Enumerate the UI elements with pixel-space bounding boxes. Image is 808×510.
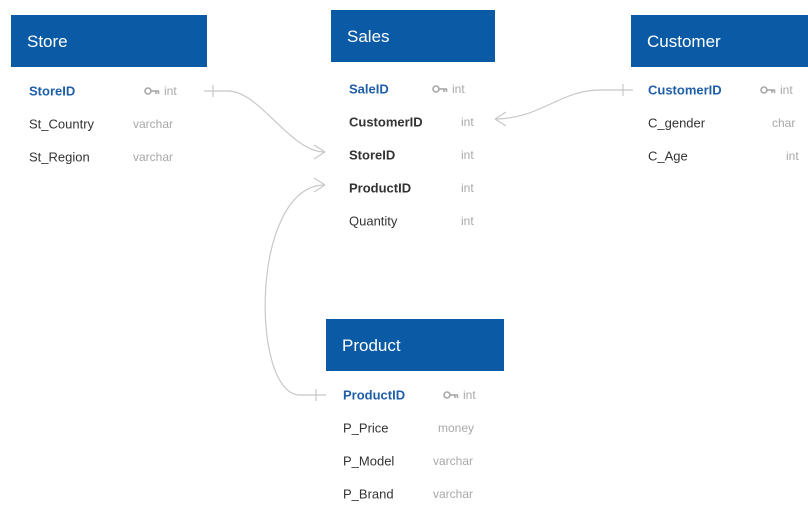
- relationship-customer-sales[interactable]: [494, 84, 633, 127]
- table-sales-field-productid[interactable]: ProductID int: [331, 171, 495, 204]
- table-product-field-p-brand[interactable]: P_Brand varchar: [326, 477, 504, 510]
- table-product-field-p-model[interactable]: P_Model varchar: [326, 444, 504, 477]
- field-name: CustomerID: [648, 82, 722, 97]
- field-type: int: [760, 83, 793, 97]
- table-customer[interactable]: Customer CustomerID int C_gender char C_…: [631, 15, 808, 172]
- table-sales-field-customerid[interactable]: CustomerID int: [331, 105, 495, 138]
- table-store-title: Store: [27, 31, 68, 51]
- relationship-product-sales[interactable]: [264, 177, 326, 401]
- table-sales-field-quantity[interactable]: Quantity int: [331, 204, 495, 237]
- field-name: CustomerID: [349, 114, 423, 129]
- table-store-field-st-region[interactable]: St_Region varchar: [11, 140, 207, 173]
- table-product-field-p-price[interactable]: P_Price money: [326, 411, 504, 444]
- field-name: ProductID: [349, 180, 412, 195]
- table-sales-field-storeid[interactable]: StoreID int: [331, 138, 495, 171]
- field-name: Quantity: [349, 213, 398, 228]
- table-product-field-productid[interactable]: ProductID int: [326, 378, 504, 411]
- table-customer-field-c-age[interactable]: C_Age int: [631, 139, 808, 172]
- field-type: varchar: [133, 116, 174, 131]
- key-icon: [760, 86, 776, 95]
- key-icon: [432, 85, 448, 94]
- table-store-field-storeid[interactable]: StoreID int: [11, 74, 207, 107]
- field-type: int: [461, 114, 474, 129]
- field-type: varchar: [433, 453, 474, 468]
- er-diagram-canvas: Store StoreID int St_Country varchar St_…: [0, 0, 808, 502]
- field-type: int: [786, 148, 799, 163]
- table-sales-header[interactable]: Sales: [331, 10, 495, 62]
- field-name: P_Price: [343, 420, 389, 435]
- table-product-header[interactable]: Product: [326, 319, 504, 371]
- table-customer-header[interactable]: Customer: [631, 15, 808, 67]
- table-product-title: Product: [342, 335, 401, 355]
- field-type: int: [461, 180, 474, 195]
- table-sales[interactable]: Sales SaleID int CustomerID int StoreID …: [331, 10, 495, 237]
- field-name: St_Country: [29, 116, 95, 131]
- table-store-header[interactable]: Store: [11, 15, 207, 67]
- field-type: int: [144, 84, 177, 98]
- field-type: int: [461, 213, 474, 228]
- table-product[interactable]: Product ProductID int P_Price money P_Mo…: [326, 319, 504, 510]
- field-name: P_Model: [343, 453, 395, 468]
- key-icon: [144, 87, 160, 96]
- field-type: int: [461, 147, 474, 162]
- field-name: St_Region: [29, 149, 90, 164]
- table-customer-field-customerid[interactable]: CustomerID int: [631, 73, 808, 106]
- table-customer-title: Customer: [647, 31, 721, 51]
- field-type: varchar: [433, 486, 474, 501]
- field-name: C_Age: [648, 148, 688, 163]
- field-type: char: [772, 115, 796, 130]
- field-name: StoreID: [349, 147, 396, 162]
- table-sales-title: Sales: [347, 26, 390, 46]
- field-name: P_Brand: [343, 486, 394, 501]
- table-store-field-st-country[interactable]: St_Country varchar: [11, 107, 207, 140]
- key-icon: [443, 391, 459, 400]
- field-name: SaleID: [349, 81, 389, 96]
- field-type: varchar: [133, 149, 174, 164]
- table-store[interactable]: Store StoreID int St_Country varchar St_…: [11, 15, 207, 173]
- field-name: C_gender: [648, 115, 706, 130]
- table-sales-field-saleid[interactable]: SaleID int: [331, 72, 495, 105]
- field-name: ProductID: [343, 387, 406, 402]
- field-type: int: [443, 388, 476, 402]
- field-type: money: [438, 420, 475, 435]
- field-type: int: [432, 82, 465, 96]
- field-name: StoreID: [29, 83, 76, 98]
- relationship-store-sales[interactable]: [204, 85, 326, 160]
- table-customer-field-c-gender[interactable]: C_gender char: [631, 106, 808, 139]
